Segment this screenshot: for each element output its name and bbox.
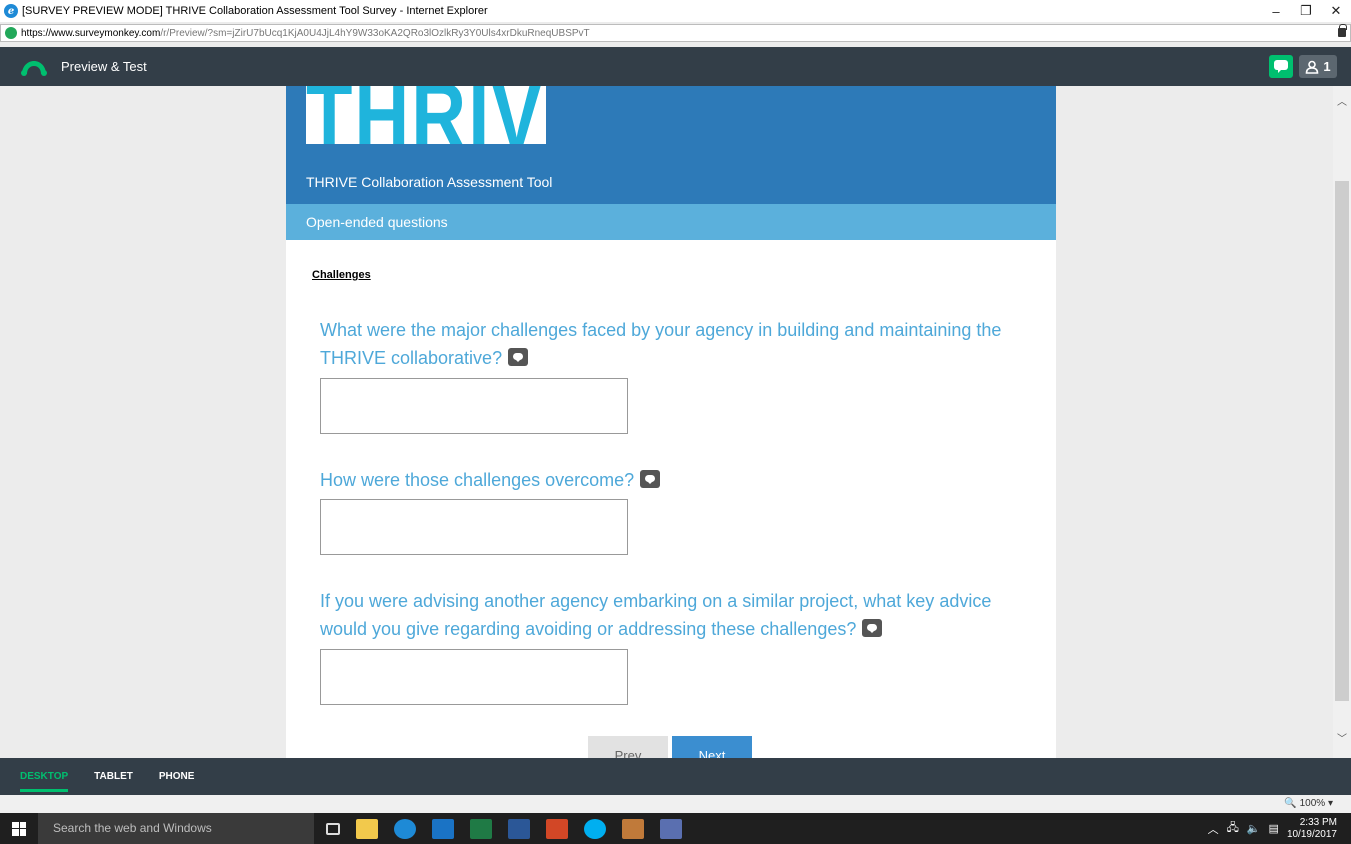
- preview-canvas: THRIVE THRIVE Collaboration Assessment T…: [0, 86, 1333, 758]
- scroll-down-icon[interactable]: ﹀: [1333, 731, 1351, 749]
- restore-button[interactable]: ❐: [1291, 0, 1321, 22]
- excel-icon[interactable]: [470, 818, 492, 839]
- clock[interactable]: 2:33 PM 10/19/2017: [1287, 817, 1337, 841]
- logo-text: THRIVE: [306, 86, 546, 144]
- surveymonkey-logo-icon[interactable]: [20, 58, 48, 76]
- file-explorer-icon[interactable]: [356, 818, 378, 839]
- windows-logo-icon: [12, 821, 26, 836]
- question-text: If you were advising another agency emba…: [320, 591, 992, 639]
- window-controls: – ❐ ✕: [1261, 0, 1351, 22]
- url-host: https://www.surveymonkey.com: [21, 27, 161, 39]
- browser-statusbar: 🔍 100% ▾: [0, 795, 1351, 813]
- comment-icon[interactable]: [640, 470, 661, 489]
- preview-header: Preview & Test 1: [0, 47, 1351, 86]
- survey-logo: THRIVE: [306, 86, 546, 144]
- comment-icon: [1274, 60, 1288, 73]
- volume-icon[interactable]: 🔈: [1247, 822, 1261, 835]
- powerpoint-icon[interactable]: [546, 818, 568, 839]
- task-view-icon[interactable]: [326, 822, 340, 835]
- tab-phone[interactable]: PHONE: [159, 758, 195, 795]
- address-bar[interactable]: https://www.surveymonkey.com /r/Preview/…: [0, 24, 1351, 42]
- internet-explorer-icon: e: [4, 4, 18, 18]
- clock-date: 10/19/2017: [1286, 828, 1337, 840]
- system-tray: ︿ 🖧 🔈 ▤ 2:33 PM 10/19/2017: [1208, 813, 1337, 844]
- header-actions: 1: [1269, 55, 1337, 78]
- collaborators-button[interactable]: 1: [1299, 55, 1337, 78]
- taskbar-apps: [326, 813, 682, 844]
- user-icon: [1306, 60, 1319, 74]
- comment-icon[interactable]: [862, 619, 883, 638]
- zoom-level[interactable]: 🔍 100% ▾: [1284, 798, 1333, 809]
- action-center-icon[interactable]: ▤: [1269, 822, 1279, 835]
- section-heading: Challenges: [312, 269, 371, 281]
- question-text: What were the major challenges faced by …: [320, 320, 1002, 368]
- skype-icon[interactable]: [584, 818, 606, 839]
- window-titlebar: e [SURVEY PREVIEW MODE] THRIVE Collabora…: [0, 0, 1351, 22]
- collaborator-count: 1: [1323, 59, 1331, 74]
- scroll-thumb[interactable]: [1335, 181, 1349, 701]
- internet-explorer-icon[interactable]: [394, 818, 416, 839]
- window-title: [SURVEY PREVIEW MODE] THRIVE Collaborati…: [22, 5, 488, 17]
- scroll-up-icon[interactable]: ︿: [1333, 94, 1351, 112]
- site-favicon-icon: [5, 27, 17, 39]
- page-scrollbar[interactable]: ︿ ﹀: [1333, 86, 1351, 758]
- survey-banner: THRIVE THRIVE Collaboration Assessment T…: [286, 86, 1056, 204]
- photos-icon[interactable]: [622, 818, 644, 839]
- page-title-bar: Open-ended questions: [286, 204, 1056, 240]
- url-path: /r/Preview/?sm=jZirU7bUcq1KjA0U4JjL4hY9W…: [160, 27, 590, 39]
- question-text: How were those challenges overcome?: [320, 470, 635, 490]
- question-2: How were those challenges overcome?: [320, 466, 1040, 494]
- answer-textbox-2[interactable]: [320, 499, 628, 555]
- prev-button[interactable]: Prev: [588, 736, 668, 758]
- device-toggle-bar: DESKTOP TABLET PHONE: [0, 758, 1351, 795]
- lock-icon[interactable]: [1338, 24, 1347, 37]
- page-title: Preview & Test: [61, 59, 147, 74]
- taskbar-search[interactable]: Search the web and Windows: [38, 813, 314, 844]
- close-button[interactable]: ✕: [1321, 0, 1351, 22]
- answer-textbox-3[interactable]: [320, 649, 628, 705]
- question-3: If you were advising another agency emba…: [320, 587, 1040, 643]
- answer-textbox-1[interactable]: [320, 378, 628, 434]
- network-icon[interactable]: 🖧: [1227, 819, 1239, 838]
- survey-title: THRIVE Collaboration Assessment Tool: [306, 174, 553, 190]
- tab-tablet[interactable]: TABLET: [94, 758, 133, 795]
- comments-button[interactable]: [1269, 55, 1293, 78]
- comment-icon[interactable]: [508, 348, 529, 367]
- sas-icon[interactable]: [660, 818, 682, 839]
- start-button[interactable]: [0, 813, 38, 844]
- word-icon[interactable]: [508, 818, 530, 839]
- outlook-icon[interactable]: [432, 818, 454, 839]
- minimize-button[interactable]: –: [1261, 0, 1291, 22]
- tab-desktop[interactable]: DESKTOP: [20, 758, 69, 795]
- question-1: What were the major challenges faced by …: [320, 316, 1040, 372]
- next-button[interactable]: Next: [672, 736, 752, 758]
- survey-page: THRIVE THRIVE Collaboration Assessment T…: [286, 86, 1056, 758]
- tray-chevron-icon[interactable]: ︿: [1208, 821, 1219, 837]
- windows-taskbar: Search the web and Windows ︿ 🖧 🔈 ▤ 2:33 …: [0, 813, 1351, 844]
- clock-time: 2:33 PM: [1299, 816, 1337, 828]
